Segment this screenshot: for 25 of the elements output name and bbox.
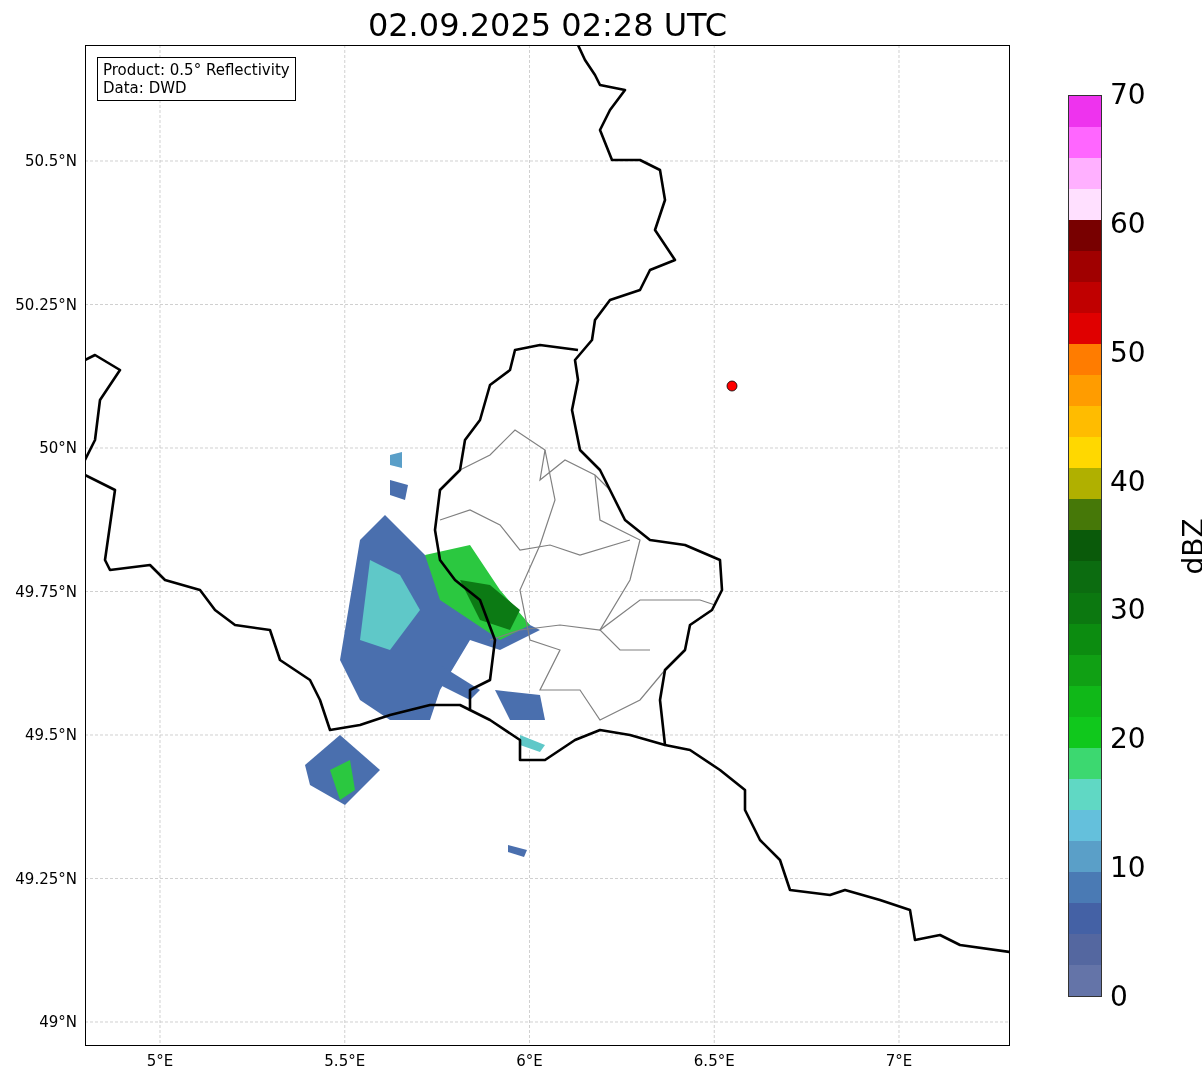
colorbar-tick-label: 40: [1110, 465, 1146, 498]
latitude-label: 49°N: [39, 1013, 77, 1031]
latitude-label: 49.75°N: [15, 582, 77, 601]
longitude-label: 7°E: [885, 1052, 913, 1070]
longitude-label: 6°E: [516, 1052, 543, 1070]
latitude-label: 50.25°N: [15, 295, 77, 314]
latitude-label: 50.5°N: [24, 152, 77, 170]
longitude-label: 6.5°E: [693, 1052, 735, 1070]
colorbar-tick-label: 20: [1110, 723, 1146, 756]
figure-title: 02.09.2025 02:28 UTC: [366, 5, 729, 45]
colorbar-tick-label: 30: [1110, 594, 1146, 627]
colorbar-tick-label: 70: [1110, 79, 1146, 111]
colorbar-tick-label: 10: [1110, 852, 1146, 885]
latitude-label: 49.25°N: [15, 869, 77, 888]
colorbar-tick-label: 0: [1110, 980, 1129, 1013]
colorbar-label: dBZ: [1176, 518, 1202, 575]
latitude-label: 50°N: [39, 439, 77, 457]
colorbar-tick-label: 60: [1110, 207, 1146, 240]
radar-site-marker: [726, 380, 738, 392]
latitude-label: 49.5°N: [24, 726, 77, 744]
info-text: Data: DWD: [103, 79, 188, 97]
info-text: Product: 0.5° Reflectivity: [103, 61, 290, 79]
colorbar-tick-label: 50: [1110, 336, 1146, 369]
longitude-label: 5°E: [146, 1052, 174, 1070]
longitude-label: 5.5°E: [324, 1052, 366, 1070]
